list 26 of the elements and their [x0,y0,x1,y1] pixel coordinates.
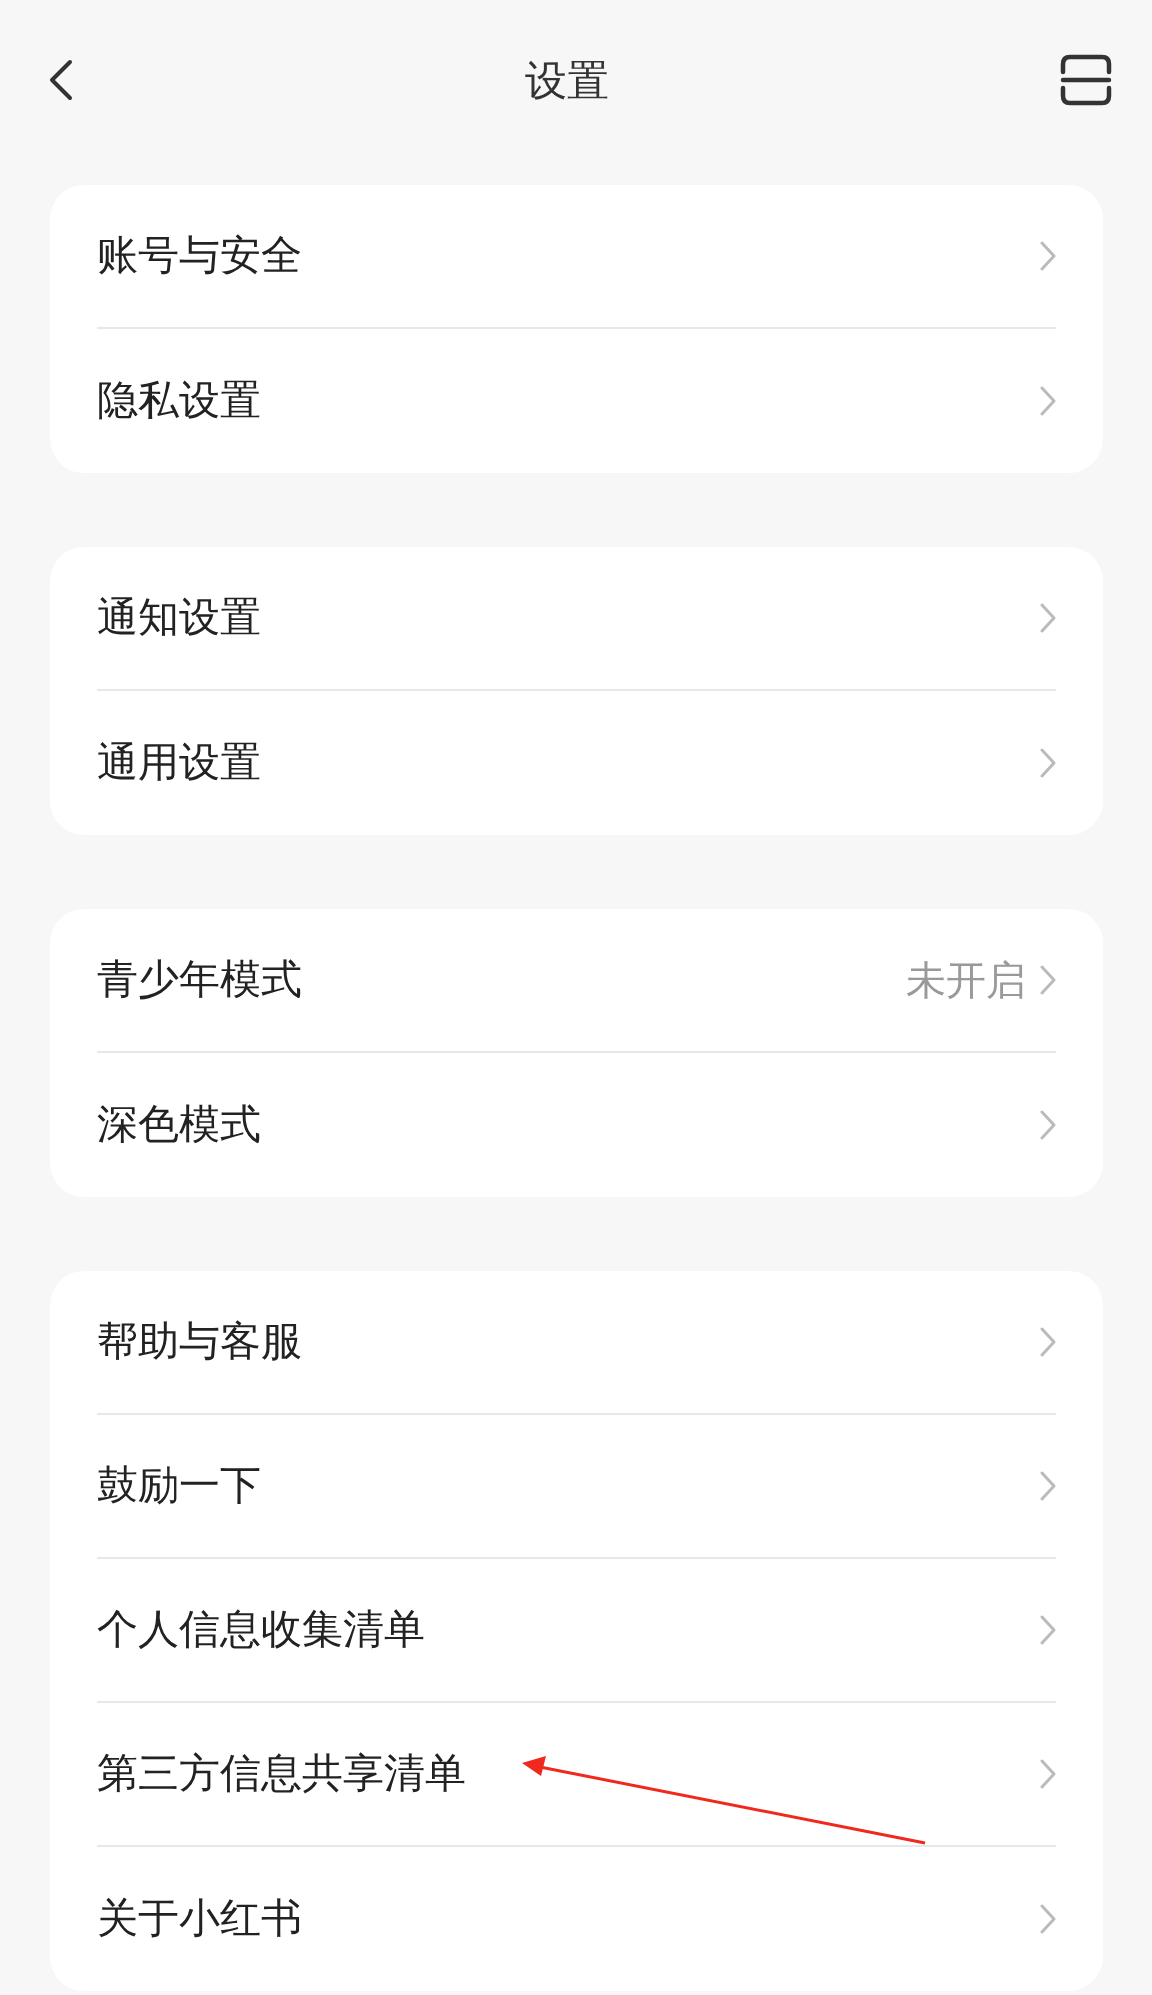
chevron-icon [1040,603,1056,633]
settings-item[interactable]: 青少年模式 [97,949,906,1011]
chevron-icon [1040,1904,1056,1934]
page-title: 设置 [525,54,609,107]
scan-icon[interactable] [1060,54,1112,106]
settings-item[interactable]: 第三方信息共享清单 [97,1743,1040,1805]
chevron-icon [1040,241,1056,271]
back-icon[interactable] [48,58,74,102]
settings-item[interactable]: 隐私设置 [97,370,1040,432]
chevron-icon [1040,748,1056,778]
chevron-icon [1040,1110,1056,1140]
settings-item[interactable]: 通知设置 [97,587,1040,649]
settings-item[interactable]: 账号与安全 [97,225,1040,287]
settings-item[interactable]: 关于小红书 [97,1888,1040,1950]
chevron-icon [1040,1759,1056,1789]
chevron-icon [1040,386,1056,416]
settings-item[interactable]: 深色模式 [97,1094,1040,1156]
settings-item[interactable]: 通用设置 [97,732,1040,794]
chevron-icon [1040,1327,1056,1357]
chevron-icon [1040,1471,1056,1501]
settings-item[interactable]: 鼓励一下 [97,1455,1040,1517]
settings-item[interactable]: 个人信息收集清单 [97,1599,1040,1661]
chevron-icon [1040,1615,1056,1645]
status-value: 未开启 [906,956,1026,1005]
chevron-icon [1040,965,1056,995]
settings-item[interactable]: 帮助与客服 [97,1311,1040,1373]
